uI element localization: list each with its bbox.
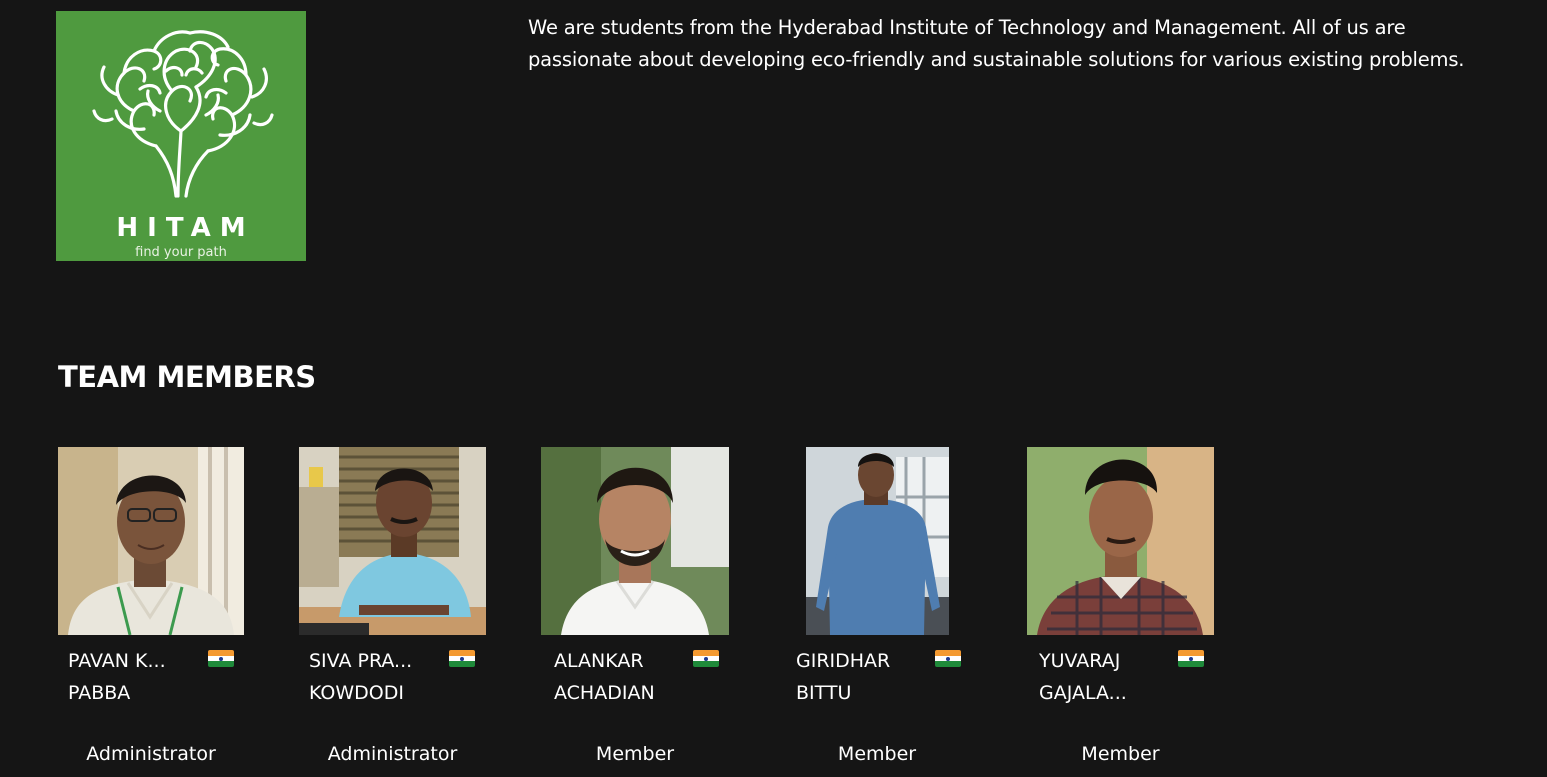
member-name-line2: GAJALA... [1039, 682, 1127, 704]
member-name-line1: GIRIDHAR [796, 650, 891, 672]
india-flag-icon [935, 650, 961, 667]
member-photo [541, 447, 729, 635]
team-members-heading: TEAM MEMBERS [58, 360, 316, 394]
member-role: Administrator [86, 743, 216, 765]
member-role: Member [837, 743, 917, 765]
member-name-line2: ACHADIAN [554, 682, 655, 704]
india-flag-icon [208, 650, 234, 667]
india-flag-icon [693, 650, 719, 667]
hitam-logo: HITAM find your path [56, 11, 306, 261]
member-photo [299, 447, 486, 635]
member-role: Administrator [327, 743, 458, 765]
member-name-line1: PAVAN K... [68, 650, 166, 672]
member-name: GIRIDHAR BITTU [796, 645, 921, 709]
member-name: PAVAN K... PABBA [68, 645, 193, 709]
member-name: ALANKAR ACHADIAN [554, 645, 679, 709]
member-photo [806, 447, 949, 635]
member-name: SIVA PRA... KOWDODI [309, 645, 434, 709]
member-photo [58, 447, 244, 635]
member-name-line1: SIVA PRA... [309, 650, 413, 672]
member-photo [1027, 447, 1214, 635]
logo-tagline: find your path [135, 245, 227, 260]
member-name-line2: PABBA [68, 682, 131, 704]
india-flag-icon [449, 650, 475, 667]
member-name-line2: BITTU [796, 682, 852, 704]
member-name: YUVARAJ GAJALA... [1039, 645, 1164, 709]
about-description: We are students from the Hyderabad Insti… [528, 16, 1465, 71]
logo-name: HITAM [116, 213, 255, 243]
member-name-line1: ALANKAR [554, 650, 644, 672]
member-role: Member [595, 743, 675, 765]
member-role: Member [1081, 743, 1160, 765]
member-name-line1: YUVARAJ [1039, 650, 1121, 672]
india-flag-icon [1178, 650, 1204, 667]
member-name-line2: KOWDODI [309, 682, 404, 704]
